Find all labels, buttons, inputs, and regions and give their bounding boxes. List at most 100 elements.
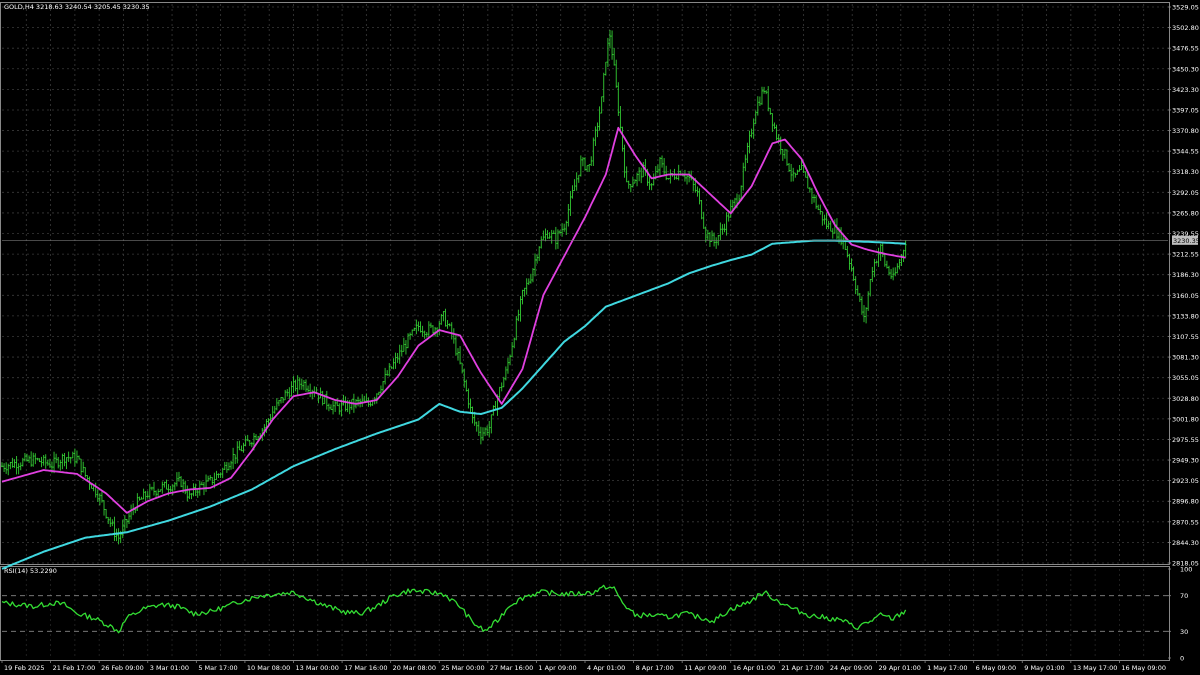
price-candle xyxy=(713,232,716,247)
time-tick-label: 21 Feb 17:00 xyxy=(53,664,96,672)
price-candle xyxy=(867,291,870,311)
price-candle xyxy=(729,200,732,218)
price-candle xyxy=(138,496,141,501)
price-candle xyxy=(771,113,774,132)
price-candle xyxy=(663,158,666,176)
price-candle xyxy=(250,441,253,448)
price-candle xyxy=(779,136,782,155)
price-candle xyxy=(750,128,753,138)
price-candle xyxy=(615,59,618,88)
price-candle xyxy=(625,166,628,183)
price-candle xyxy=(217,473,220,479)
price-candle xyxy=(255,434,258,441)
price-candle xyxy=(758,96,761,107)
price-candle xyxy=(105,509,108,519)
time-tick-label: 24 Apr 09:00 xyxy=(830,664,872,672)
price-candle xyxy=(419,321,422,333)
price-candle xyxy=(813,194,816,203)
price-candle xyxy=(307,385,310,393)
price-tick-label: 3212.55 xyxy=(1172,251,1199,259)
price-candle xyxy=(446,320,449,329)
price-candle xyxy=(452,328,455,344)
price-candle xyxy=(500,382,503,392)
price-candle xyxy=(469,398,472,413)
price-axis: 3529.05 3502.80 3476.55 3450.30 3423.30 3397.… xyxy=(2,4,1199,568)
price-candle xyxy=(531,268,534,283)
price-candle xyxy=(788,163,791,172)
price-candle xyxy=(579,155,582,177)
price-candle xyxy=(30,451,33,467)
price-candle xyxy=(875,260,878,264)
price-candle xyxy=(163,481,166,488)
price-candle xyxy=(554,226,557,250)
price-candle xyxy=(494,400,497,410)
price-tick-label: 3370.80 xyxy=(1172,127,1199,135)
price-candle xyxy=(219,472,222,478)
price-candle xyxy=(629,184,632,193)
price-candle xyxy=(677,164,680,181)
price-candle xyxy=(775,124,778,141)
price-candle xyxy=(588,164,591,172)
price-candle xyxy=(5,462,8,474)
price-candle xyxy=(696,186,699,197)
price-candle xyxy=(148,483,151,500)
rsi-line xyxy=(1,584,907,634)
price-tick-label: 3292.05 xyxy=(1172,189,1199,197)
price-candle xyxy=(73,448,76,467)
price-candle xyxy=(742,162,745,191)
price-candle xyxy=(215,470,218,480)
price-candle xyxy=(454,333,457,356)
price-candles xyxy=(1,29,907,545)
price-candle xyxy=(744,154,747,172)
price-candle xyxy=(652,173,655,186)
price-candle xyxy=(887,265,890,276)
price-candle xyxy=(429,322,432,329)
price-candle xyxy=(773,122,776,130)
price-candle xyxy=(581,157,584,167)
price-candle xyxy=(885,260,888,269)
price-candle xyxy=(415,319,418,335)
price-candle xyxy=(902,249,905,262)
rsi-tick-label: 70 xyxy=(1180,592,1188,600)
price-candle xyxy=(602,72,605,103)
time-tick-label: 17 Mar 16:00 xyxy=(344,664,387,672)
price-candle xyxy=(848,253,851,270)
price-candle xyxy=(80,458,83,476)
price-candle xyxy=(34,453,37,465)
price-candle xyxy=(860,296,863,315)
price-candle xyxy=(59,459,62,471)
price-candle xyxy=(829,220,832,232)
price-candle xyxy=(675,175,678,180)
rsi-grid xyxy=(2,569,1168,658)
price-candle xyxy=(586,165,589,172)
price-candle xyxy=(130,504,133,520)
price-candle xyxy=(715,237,718,249)
price-candle xyxy=(475,421,478,432)
price-candle xyxy=(232,447,235,469)
price-candle xyxy=(665,165,668,181)
price-candle xyxy=(144,490,147,502)
chart-canvas: 3529.05 3502.80 3476.55 3450.30 3423.30 3397.… xyxy=(0,2,1200,672)
price-candle xyxy=(240,445,243,452)
time-tick-label: 26 Feb 09:00 xyxy=(101,664,144,672)
price-candle xyxy=(288,387,291,399)
price-candle xyxy=(275,398,278,411)
price-candle xyxy=(221,467,224,479)
price-candle xyxy=(459,346,462,365)
price-candle xyxy=(613,47,616,66)
price-candle xyxy=(648,176,651,190)
price-candle xyxy=(725,212,728,236)
time-tick-label: 20 Mar 08:00 xyxy=(393,664,436,672)
price-candle xyxy=(506,357,509,374)
price-candle xyxy=(438,320,441,335)
price-candle xyxy=(327,403,330,412)
price-tick-label: 3081.30 xyxy=(1172,354,1199,362)
price-candle xyxy=(854,276,857,295)
price-candle xyxy=(898,258,901,270)
rsi-indicator xyxy=(1,584,907,634)
price-candle xyxy=(186,485,189,502)
price-candle xyxy=(402,337,405,352)
price-candle xyxy=(542,230,545,241)
price-candle xyxy=(17,463,20,475)
price-candle xyxy=(534,253,537,277)
